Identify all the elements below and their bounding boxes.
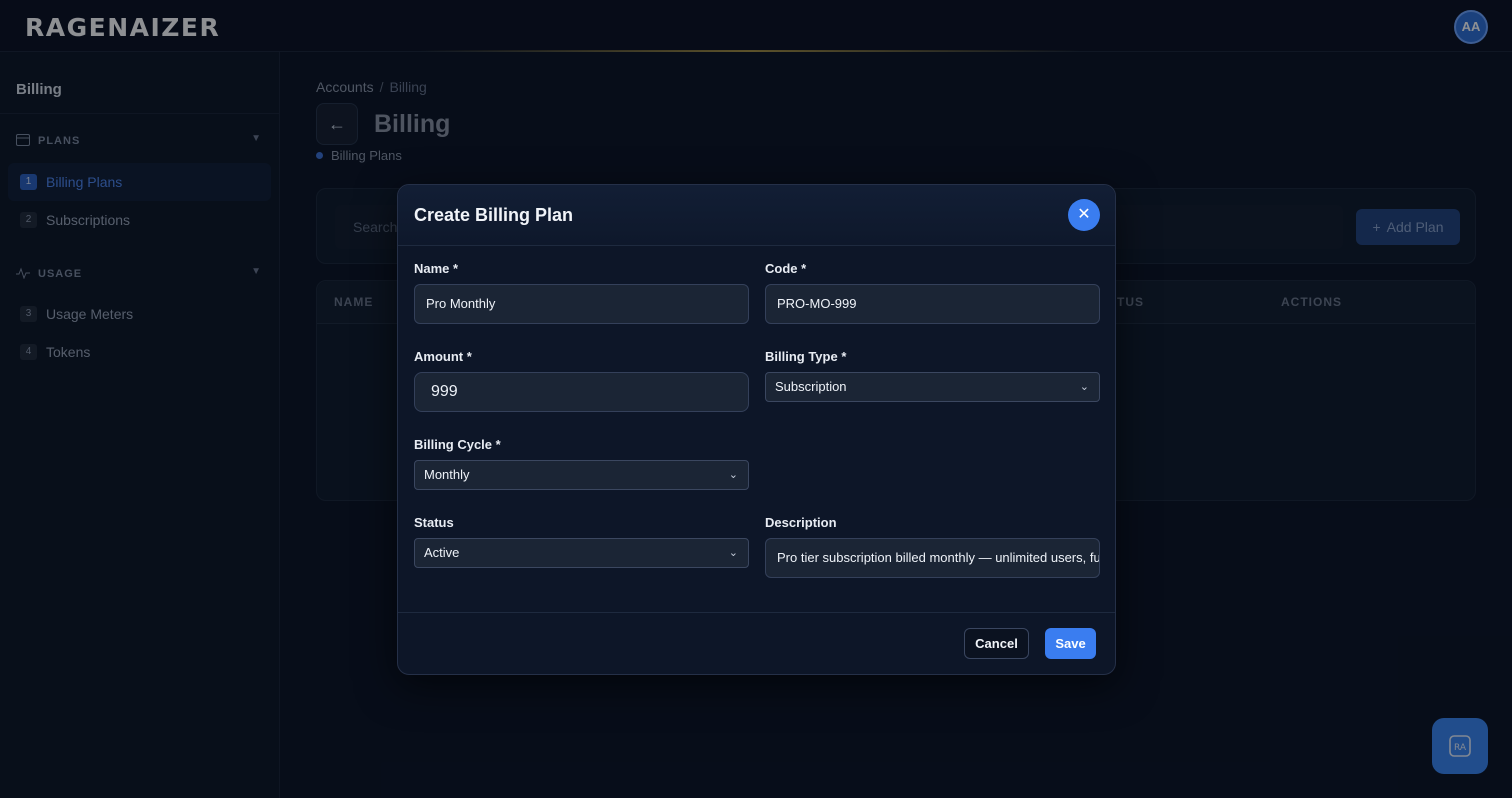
dialog-footer: Cancel Save [398, 612, 1115, 674]
status-label: Status [414, 515, 454, 530]
status-select[interactable]: Active ⌄ [414, 538, 749, 568]
billing-cycle-label: Billing Cycle * [414, 437, 501, 452]
billing-type-label: Billing Type * [765, 349, 847, 364]
dialog-title: Create Billing Plan [414, 205, 574, 225]
chevron-down-icon: ⌄ [728, 469, 738, 481]
billing-cycle-select[interactable]: Monthly ⌄ [414, 460, 749, 490]
create-billing-plan-dialog: Create Billing Plan ✕ Name * Pro Monthly… [397, 184, 1116, 675]
close-button[interactable]: ✕ [1068, 199, 1100, 231]
billing-cycle-value: Monthly [424, 467, 470, 482]
billing-type-value: Subscription [775, 379, 847, 394]
chevron-down-icon: ⌄ [728, 547, 738, 559]
cancel-button[interactable]: Cancel [964, 628, 1029, 659]
code-field-value: PRO-MO-999 [777, 296, 857, 311]
amount-field[interactable]: 999 [414, 372, 749, 412]
save-button[interactable]: Save [1045, 628, 1096, 659]
description-field-value: Pro tier subscription billed monthly — u… [777, 550, 1100, 565]
close-icon: ✕ [1077, 206, 1091, 223]
amount-label: Amount * [414, 349, 472, 364]
code-label: Code * [765, 261, 807, 276]
billing-type-select[interactable]: Subscription ⌄ [765, 372, 1100, 402]
status-value: Active [424, 545, 460, 560]
name-field-value: Pro Monthly [426, 296, 496, 311]
name-field[interactable]: Pro Monthly [414, 284, 749, 324]
description-label: Description [765, 515, 837, 530]
amount-field-value: 999 [431, 383, 458, 400]
description-field[interactable]: Pro tier subscription billed monthly — u… [765, 538, 1100, 578]
name-label: Name * [414, 261, 459, 276]
chevron-down-icon: ⌄ [1079, 381, 1089, 393]
dialog-header: Create Billing Plan ✕ [398, 185, 1115, 246]
code-field[interactable]: PRO-MO-999 [765, 284, 1100, 324]
